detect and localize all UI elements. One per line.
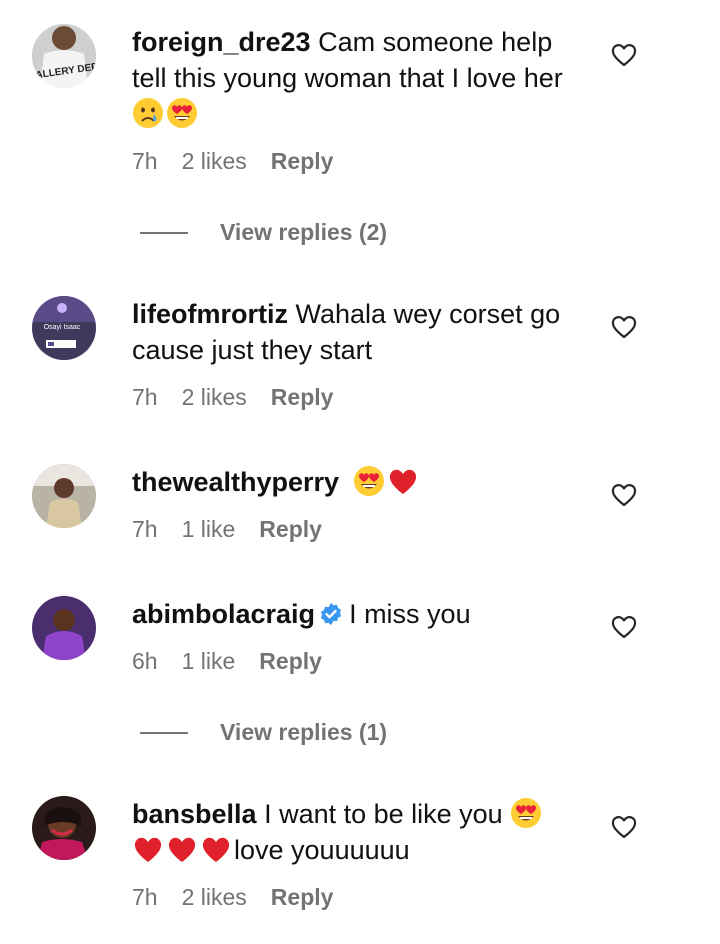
heart-icon[interactable] [611,615,637,639]
view-replies-button[interactable]: View replies (1) [140,719,387,746]
crying-face-emoji [132,97,164,129]
comment-username[interactable]: foreign_dre23 [132,27,311,57]
comment-meta: 7h 1 like Reply [132,516,322,543]
comment-likes[interactable]: 1 like [182,648,236,675]
avatar[interactable] [32,796,96,860]
avatar[interactable]: GALLERY DEPT [32,24,96,88]
comment-time: 7h [132,384,158,410]
view-replies-button[interactable]: View replies (2) [140,219,387,246]
reply-button[interactable]: Reply [259,648,322,675]
view-replies-label[interactable]: View replies (2) [220,219,387,246]
comment-time: 6h [132,648,158,674]
comment-username[interactable]: bansbella [132,799,257,829]
heart-icon[interactable] [611,483,637,507]
reply-button[interactable]: Reply [259,516,322,543]
heart-eyes-emoji [510,797,542,829]
reply-button[interactable]: Reply [271,384,334,411]
comment-time: 7h [132,148,158,174]
verified-badge-icon [319,599,343,625]
comment-likes[interactable]: 2 likes [182,148,247,175]
comment-text: lifeofmrortiz Wahala wey corset go cause… [132,296,592,368]
comment-likes[interactable]: 1 like [182,516,236,543]
comment-meta: 7h 2 likes Reply [132,384,333,411]
comment-meta: 6h 1 like Reply [132,648,322,675]
avatar[interactable] [32,464,96,528]
comment-meta: 7h 2 likes Reply [132,884,333,911]
comment-meta: 7h 2 likes Reply [132,148,333,175]
red-heart-emoji [387,465,419,497]
comment-likes[interactable]: 2 likes [182,384,247,411]
red-heart-emoji [166,833,198,865]
comment-time: 7h [132,884,158,910]
comment-username[interactable]: abimbolacraig [132,599,315,629]
heart-eyes-emoji [166,97,198,129]
comment-username[interactable]: lifeofmrortiz [132,299,288,329]
comment-text: bansbella I want to be like you love you… [132,796,592,868]
comment-content: I miss you [349,599,471,629]
svg-text:Osayi Isaac: Osayi Isaac [44,324,81,331]
red-heart-emoji [132,833,164,865]
heart-eyes-emoji [353,465,385,497]
heart-icon[interactable] [611,315,637,339]
comment-text: foreign_dre23 Cam someone help tell this… [132,24,592,132]
heart-icon[interactable] [611,43,637,67]
comment-content-part2: love youuuuuu [234,835,410,865]
comment-text: abimbolacraig I miss you [132,596,592,632]
comment-text: thewealthyperry [132,464,592,500]
avatar[interactable]: Osayi Isaac [32,296,96,360]
comment-time: 7h [132,516,158,542]
divider-line [140,731,188,734]
comment-likes[interactable]: 2 likes [182,884,247,911]
reply-button[interactable]: Reply [271,148,334,175]
reply-button[interactable]: Reply [271,884,334,911]
view-replies-label[interactable]: View replies (1) [220,719,387,746]
heart-icon[interactable] [611,815,637,839]
divider-line [140,231,188,234]
red-heart-emoji [200,833,232,865]
avatar[interactable] [32,596,96,660]
comment-content-part1: I want to be like you [264,799,503,829]
comment-username[interactable]: thewealthyperry [132,467,339,497]
